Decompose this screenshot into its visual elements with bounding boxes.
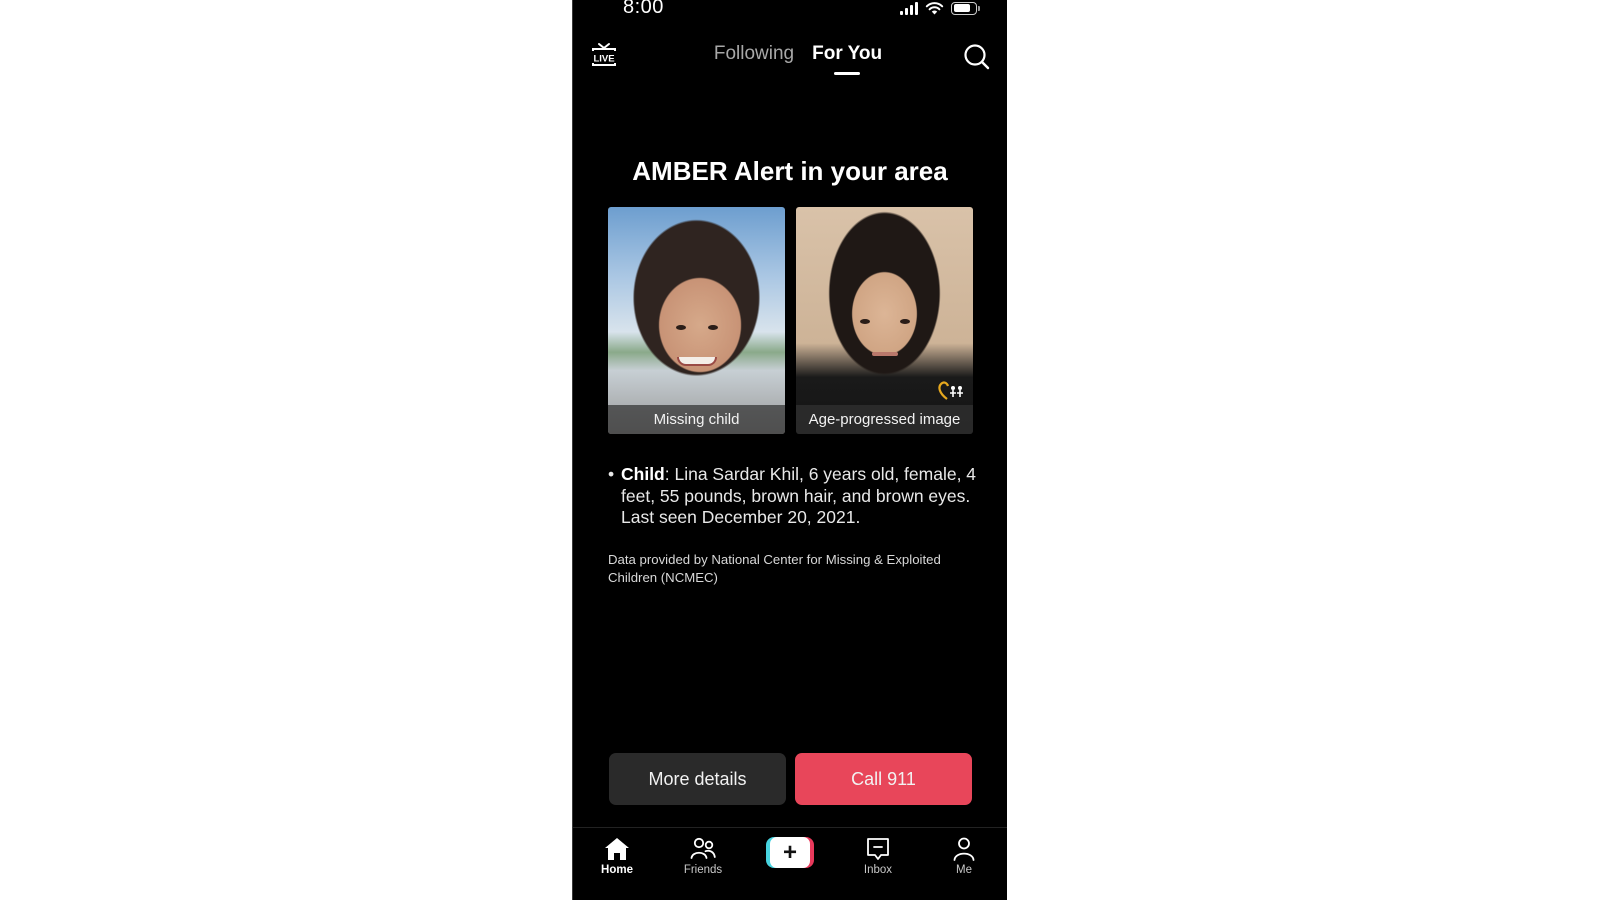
search-icon[interactable] [963,43,990,70]
nav-friends-label: Friends [683,864,723,876]
feed-tabs: Following For You [573,43,1007,75]
missing-child-photo: Missing child [608,207,785,434]
home-icon [605,838,629,860]
call-911-button[interactable]: Call 911 [795,753,972,805]
photo-eyes [675,325,718,330]
status-icons [900,0,980,16]
friends-icon [690,837,716,859]
create-plus-icon: + [770,837,810,868]
photo-caption-age-progressed: Age-progressed image [796,405,973,434]
tab-for-you[interactable]: For You [812,43,882,75]
nav-me[interactable]: Me [929,836,999,876]
nav-home-label: Home [601,864,633,876]
ncmec-logo-icon [938,381,963,400]
child-details: • Child: Lina Sardar Khil, 6 years old, … [608,464,977,529]
more-details-button[interactable]: More details [609,753,786,805]
nav-inbox[interactable]: Inbox [843,836,913,876]
photo-smile [676,357,717,366]
details-text: : Lina Sardar Khil, 6 years old, female,… [621,464,977,527]
nav-home[interactable]: Home [582,836,652,876]
nav-me-label: Me [956,864,972,876]
wifi-icon [925,2,944,15]
bullet-icon: • [608,464,615,484]
photo-eyes [859,319,910,324]
phone-screen: 8:00 LIVE Following For You AMBER Alert … [572,0,1007,900]
nav-inbox-label: Inbox [863,864,893,876]
details-label: Child [621,464,665,484]
tab-following[interactable]: Following [714,43,794,75]
create-button[interactable]: + [766,837,814,868]
profile-icon [953,837,975,861]
data-credit: Data provided by National Center for Mis… [608,552,941,585]
status-time: 8:00 [623,0,664,18]
nav-friends[interactable]: Friends [668,836,738,876]
bottom-nav: Home Friends + Inbox Me [573,827,1007,900]
inbox-icon [867,838,889,860]
alert-title: AMBER Alert in your area [632,156,948,186]
battery-icon [951,1,980,15]
age-progressed-photo: Age-progressed image [796,207,973,434]
alert-photos: Missing child Age-progressed image [608,207,973,434]
photo-mouth [871,352,898,356]
cellular-signal-icon [900,1,918,15]
photo-caption-missing: Missing child [608,405,785,434]
